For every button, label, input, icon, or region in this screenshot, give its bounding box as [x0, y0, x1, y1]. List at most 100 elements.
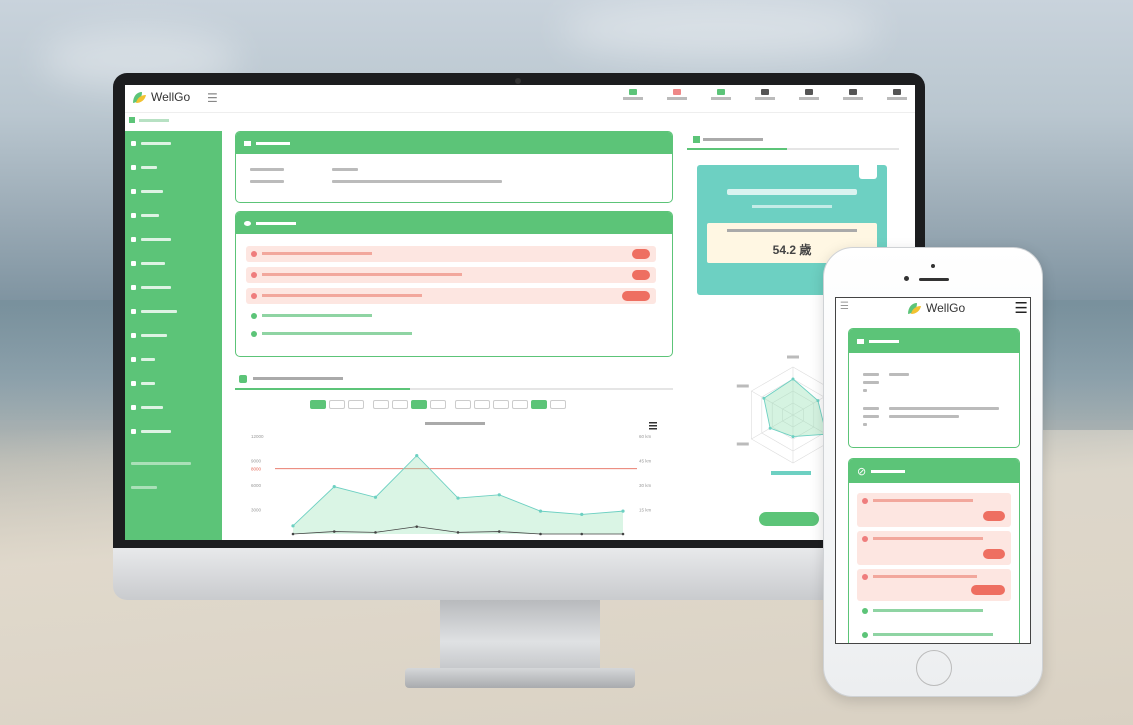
top-nav-item[interactable]	[887, 89, 907, 100]
alert-dot	[251, 272, 257, 278]
todo-action-button[interactable]	[632, 270, 650, 280]
top-nav-item[interactable]	[755, 89, 775, 100]
period-chip[interactable]	[512, 400, 528, 409]
sidebar-item[interactable]	[125, 299, 222, 323]
chart-tab-label[interactable]	[253, 377, 343, 380]
period-chip[interactable]	[455, 400, 471, 409]
todo-item[interactable]	[857, 569, 1011, 601]
info-link[interactable]	[889, 415, 959, 418]
todo-text	[262, 252, 372, 255]
top-nav-item[interactable]	[799, 89, 819, 100]
mobile-left-menu-icon[interactable]: ☰	[840, 301, 849, 312]
sidebar-item[interactable]	[125, 323, 222, 347]
sidebar-item[interactable]	[125, 475, 222, 499]
sidebar-item[interactable]	[125, 251, 222, 275]
top-nav-item[interactable]	[667, 89, 687, 100]
todo-text	[262, 294, 422, 297]
sidebar-item[interactable]	[125, 203, 222, 227]
todo-item[interactable]	[857, 493, 1011, 527]
period-chip[interactable]	[310, 400, 326, 409]
period-chip[interactable]	[392, 400, 408, 409]
alert-dot	[251, 293, 257, 299]
todo-item[interactable]	[857, 531, 1011, 565]
done-item[interactable]	[857, 629, 1011, 641]
period-chip[interactable]	[474, 400, 490, 409]
period-selector	[310, 400, 566, 409]
period-chip[interactable]	[411, 400, 427, 409]
menu-toggle-icon[interactable]: ☰	[207, 91, 218, 105]
sidebar-item[interactable]	[125, 451, 222, 475]
phone-home-button[interactable]	[916, 650, 952, 686]
sidebar-item[interactable]	[125, 419, 222, 443]
todo-action-button[interactable]	[622, 291, 650, 301]
sidebar-item[interactable]	[125, 131, 222, 155]
data-point	[497, 530, 501, 533]
mobile-menu-icon[interactable]: ☰	[1015, 299, 1028, 317]
info-link[interactable]	[332, 180, 502, 183]
data-point	[415, 454, 419, 458]
sidebar-item[interactable]	[125, 179, 222, 203]
chart-menu-icon[interactable]	[649, 422, 657, 430]
top-bar: WellGo ☰	[125, 85, 915, 113]
sidebar-item[interactable]	[125, 371, 222, 395]
todo-action-button[interactable]	[971, 585, 1005, 595]
card-header	[236, 132, 672, 154]
data-point	[373, 495, 378, 499]
period-chip[interactable]	[430, 400, 446, 409]
period-chip[interactable]	[493, 400, 509, 409]
top-nav-item[interactable]	[711, 89, 731, 100]
mobile-screen: ☰ WellGo ☰ ⊘	[835, 297, 1031, 644]
desktop-screen: WellGo ☰ 12000 9000 8000 6000 3000 60 km…	[125, 85, 915, 540]
data-point	[415, 525, 419, 528]
sidebar-item[interactable]	[125, 155, 222, 179]
rank-title	[727, 189, 857, 195]
todo-item[interactable]	[246, 246, 656, 262]
nav-label	[711, 97, 731, 100]
todo-action-button[interactable]	[983, 549, 1005, 559]
todo-action-button[interactable]	[983, 511, 1005, 521]
sidebar-label	[141, 381, 155, 385]
y-tick-label: 9000	[251, 459, 262, 464]
period-chip[interactable]	[373, 400, 389, 409]
y-tick-label: 6000	[251, 483, 262, 488]
chart-tabs	[235, 368, 673, 390]
breadcrumb-text[interactable]	[139, 119, 169, 122]
period-chip[interactable]	[329, 400, 345, 409]
rank-subtitle	[752, 205, 832, 208]
detail-button[interactable]	[759, 512, 819, 526]
top-nav-item[interactable]	[843, 89, 863, 100]
mobile-app-logo[interactable]: WellGo	[906, 301, 965, 315]
card-title	[256, 141, 290, 145]
todo-item[interactable]	[246, 288, 656, 304]
card-icon	[244, 140, 251, 146]
top-nav-item[interactable]	[623, 89, 643, 100]
period-chip[interactable]	[550, 400, 566, 409]
sidebar-item[interactable]	[125, 347, 222, 371]
sidebar-icon	[131, 284, 136, 290]
info-link[interactable]	[889, 407, 999, 410]
app-logo[interactable]: WellGo	[131, 90, 190, 104]
todo-text	[873, 499, 973, 502]
sidebar-item[interactable]	[125, 275, 222, 299]
sidebar-item[interactable]	[125, 227, 222, 251]
done-item[interactable]	[857, 605, 1011, 617]
breadcrumb	[125, 115, 915, 131]
period-chip[interactable]	[531, 400, 547, 409]
sidebar-label	[141, 165, 157, 169]
phone-camera	[931, 264, 935, 268]
sidebar-label	[141, 213, 159, 217]
sidebar-item[interactable]	[125, 395, 222, 419]
data-point	[291, 524, 295, 528]
ranking-title	[703, 138, 763, 141]
todo-action-button[interactable]	[632, 249, 650, 259]
y2-tick-label: 45 km	[639, 459, 652, 464]
todo-item[interactable]	[246, 267, 656, 283]
sidebar-icon	[131, 332, 136, 338]
card-title	[871, 469, 906, 473]
alert-dot	[862, 536, 868, 542]
card-title	[869, 339, 899, 343]
done-text	[262, 332, 412, 335]
period-chip[interactable]	[348, 400, 364, 409]
mobile-basic-info-card	[848, 328, 1020, 448]
info-value	[332, 168, 358, 171]
